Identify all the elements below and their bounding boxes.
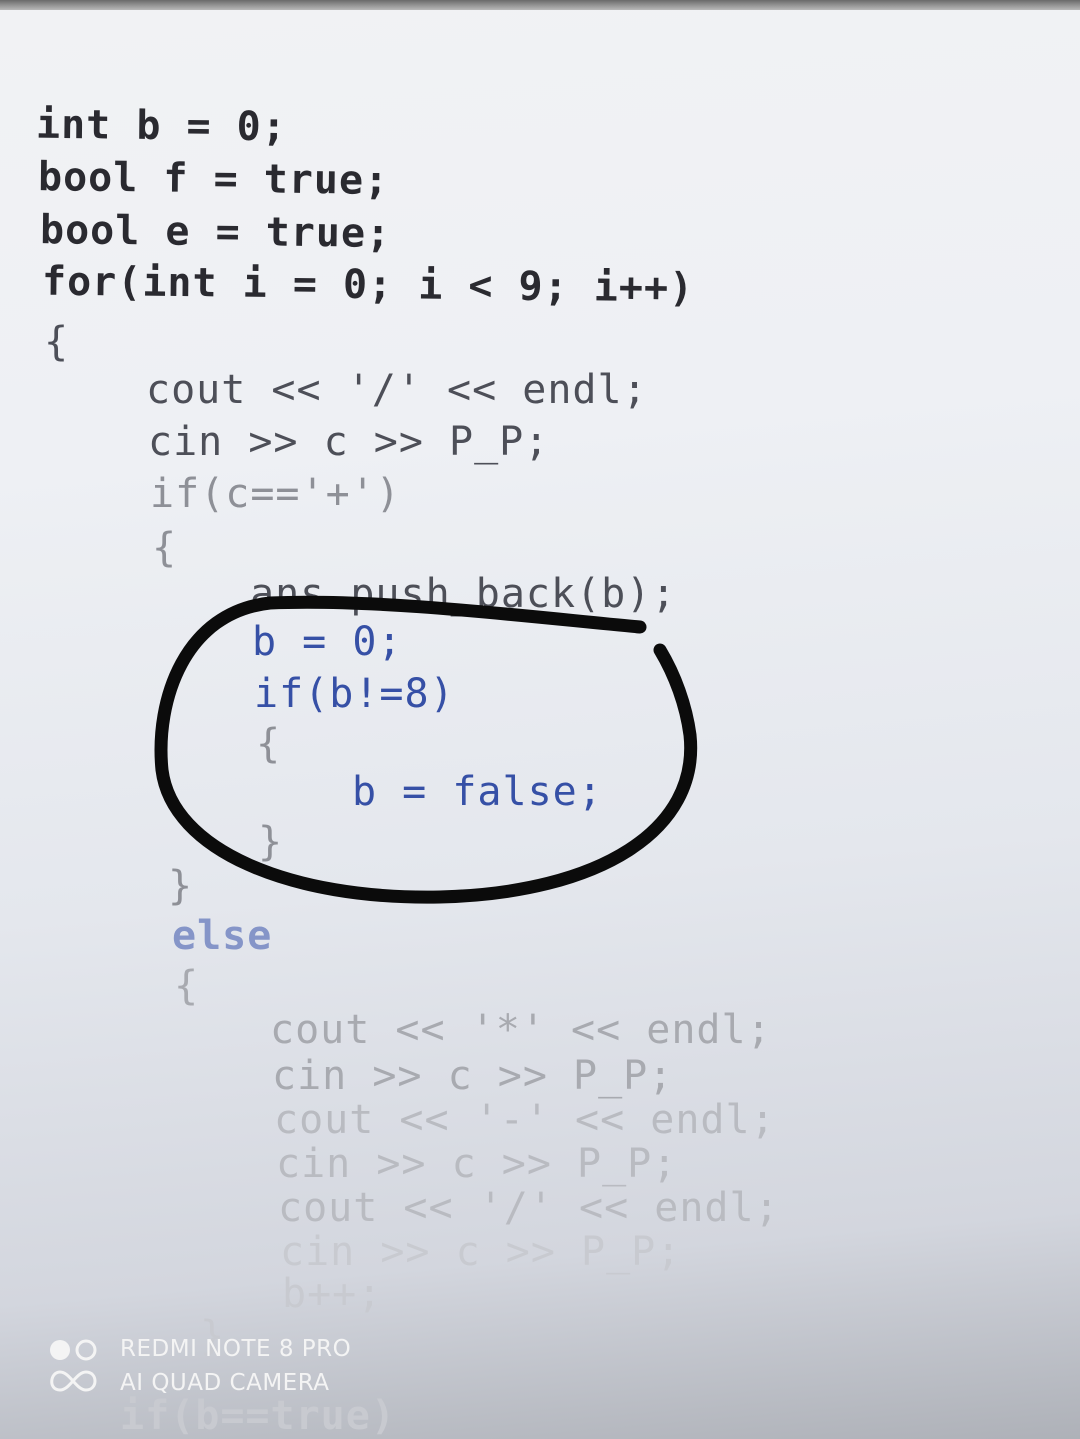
code-line: b = 0; xyxy=(252,619,403,665)
code-line: { xyxy=(44,319,70,365)
camera-logo-icon xyxy=(50,1339,97,1392)
code-editor-screen: int b = 0; bool f = true; bool e = true;… xyxy=(0,10,1080,1439)
photo-frame: int b = 0; bool f = true; bool e = true;… xyxy=(0,0,1080,1439)
code-line: cin >> c >> P_P; xyxy=(276,1141,678,1187)
code-line: } xyxy=(258,819,284,865)
code-line: ans.push_back(b); xyxy=(250,571,677,617)
code-line: cin >> c >> P_P; xyxy=(280,1229,682,1275)
code-line: cout << '/' << endl; xyxy=(146,367,648,413)
watermark-camera: AI QUAD CAMERA xyxy=(120,1370,330,1396)
code-line: b = false; xyxy=(352,769,603,815)
code-line: if(c=='+') xyxy=(150,471,401,517)
monitor-bezel xyxy=(0,0,1080,10)
watermark-model: REDMI NOTE 8 PRO xyxy=(120,1336,352,1362)
code-line: { xyxy=(256,721,282,767)
code-line: b++; xyxy=(282,1271,383,1317)
code-line: cout << '-' << endl; xyxy=(274,1097,776,1143)
code-line: cin >> c >> P_P; xyxy=(272,1053,674,1099)
camera-watermark: REDMI NOTE 8 PRO AI QUAD CAMERA xyxy=(44,1336,384,1400)
code-line: else xyxy=(172,913,273,959)
code-line: cin >> c >> P_P; xyxy=(148,419,550,465)
code-line: { xyxy=(174,963,200,1009)
code-line: int b = 0; xyxy=(35,101,288,151)
code-line: } xyxy=(168,863,194,909)
code-line: bool e = true; xyxy=(39,207,392,257)
code-line: { xyxy=(152,525,178,571)
code-line: cout << '*' << endl; xyxy=(270,1007,772,1053)
code-line: bool f = true; xyxy=(37,154,390,204)
code-line: cout << '/' << endl; xyxy=(278,1185,780,1231)
code-line: for(int i = 0; i < 9; i++) xyxy=(41,258,695,312)
code-line: if(b!=8) xyxy=(254,671,455,717)
